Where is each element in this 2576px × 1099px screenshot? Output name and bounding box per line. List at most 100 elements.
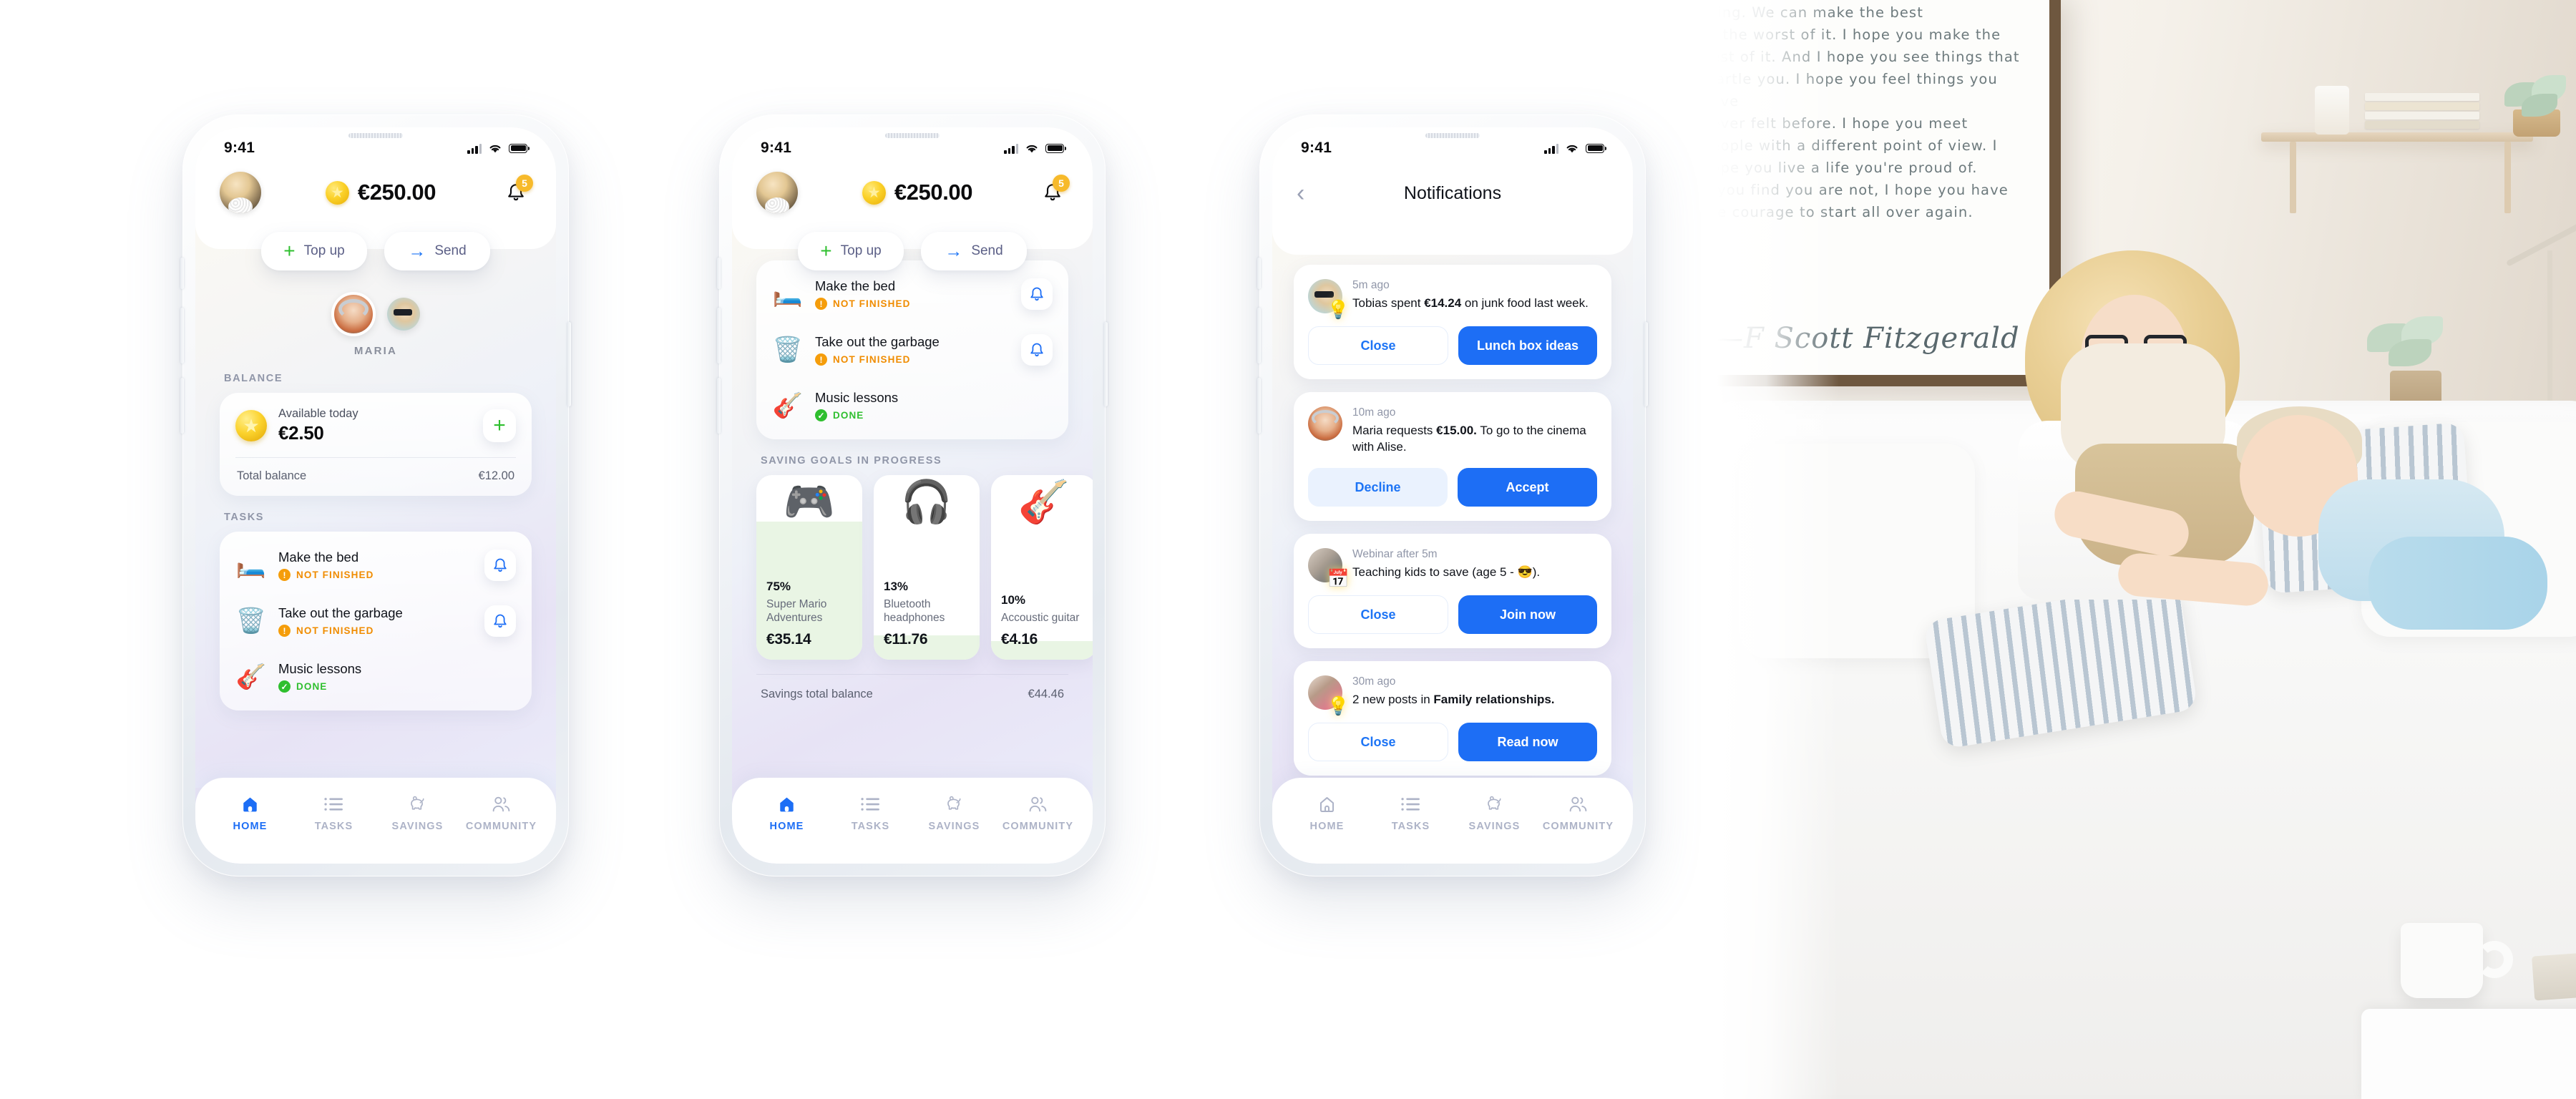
nav-item-home[interactable]: HOME [208, 793, 292, 832]
nav-item-community[interactable]: COMMUNITY [459, 793, 543, 832]
notification-card[interactable]: 10m ago Maria requests €15.00. To go to … [1294, 392, 1611, 522]
nav-item-savings[interactable]: SAVINGS [912, 793, 996, 832]
goal-name: Bluetooth headphones [884, 598, 945, 625]
send-button[interactable]: → Send [384, 232, 490, 270]
home-icon [240, 793, 260, 815]
family-avatar-tobias[interactable] [387, 298, 420, 331]
notification-card[interactable]: 💡 30m ago 2 new posts in Family relation… [1294, 661, 1611, 776]
savings-goal-card[interactable]: 🎸 10% Accoustic guitar €4.16 [991, 475, 1093, 660]
notifications-content[interactable]: 💡 5m ago Tobias spent €14.24 on junk foo… [1272, 255, 1633, 788]
decline-button[interactable]: Decline [1308, 468, 1448, 507]
task-remind-button[interactable] [484, 550, 516, 581]
total-balance-label: Total balance [237, 469, 307, 482]
nav-item-savings[interactable]: SAVINGS [376, 793, 459, 832]
available-today-label: Available today [278, 407, 358, 420]
task-row[interactable]: 🛏️ Make the bed ! NOT FINISHED [772, 266, 1053, 322]
book-stack-shelf [2365, 93, 2487, 135]
task-remind-button[interactable] [484, 605, 516, 637]
close-button[interactable]: Close [1308, 326, 1448, 365]
task-row[interactable]: 🎸 Music lessons ✓ DONE [772, 378, 1053, 434]
savings-total-label: Savings total balance [761, 688, 873, 700]
close-button[interactable]: Close [1308, 595, 1448, 635]
notifications-button[interactable]: 5 [1037, 175, 1070, 208]
list-icon [1401, 793, 1420, 815]
savings-goal-card[interactable]: 🎧 13% Bluetooth headphones €11.76 [874, 475, 980, 660]
warning-icon: ! [815, 353, 827, 366]
shelf-brace-right [2504, 142, 2511, 213]
phone-mute-switch[interactable] [180, 258, 184, 289]
primary-action-button[interactable]: Lunch box ideas [1458, 326, 1597, 365]
read-now-button[interactable]: Read now [1458, 723, 1597, 762]
send-button[interactable]: → Send [921, 232, 1027, 270]
savings-goals-list[interactable]: 🎮 75% Super Mario Adventures €35.14 🎧 13 [756, 475, 1093, 660]
phone-power-button[interactable] [1644, 322, 1648, 406]
plus-icon: + [283, 240, 296, 262]
piggy-bank-icon [944, 793, 965, 815]
notification-card[interactable]: 💡 5m ago Tobias spent €14.24 on junk foo… [1294, 265, 1611, 379]
task-status: NOT FINISHED [833, 354, 911, 365]
home-content[interactable]: MARIA BALANCE ★ Available today €2.50 + … [195, 249, 556, 788]
avatar: 💡 [1308, 279, 1350, 319]
add-money-button[interactable]: + [483, 409, 516, 442]
phone-volume-down-button[interactable] [180, 378, 184, 434]
phone-volume-down-button[interactable] [717, 378, 721, 434]
join-now-button[interactable]: Join now [1458, 595, 1597, 635]
nav-item-community[interactable]: COMMUNITY [1536, 793, 1620, 832]
user-avatar[interactable] [220, 172, 261, 213]
task-row[interactable]: 🗑️ Take out the garbage ! NOT FINISHED [772, 322, 1053, 378]
phone-mute-switch[interactable] [717, 258, 721, 289]
task-emoji-garbage: 🗑️ [235, 607, 267, 635]
nav-item-tasks[interactable]: TASKS [1369, 793, 1453, 832]
family-avatar-maria[interactable] [331, 292, 376, 336]
home-icon [1317, 793, 1337, 815]
nav-item-tasks[interactable]: TASKS [829, 793, 912, 832]
community-icon [1568, 793, 1589, 815]
task-row[interactable]: 🗑️ Take out the garbage ! NOT FINISHED [235, 593, 516, 649]
notification-message: Teaching kids to save (age 5 - 😎). [1352, 565, 1541, 580]
task-row[interactable]: 🛏️ Make the bed ! NOT FINISHED [235, 537, 516, 593]
candle [2315, 86, 2349, 135]
nav-label-community: COMMUNITY [1002, 821, 1074, 832]
nav-item-home[interactable]: HOME [1285, 793, 1369, 832]
close-button[interactable]: Close [1308, 723, 1448, 762]
idea-bulb-icon: 💡 [1327, 696, 1350, 717]
accept-button[interactable]: Accept [1458, 468, 1597, 507]
task-name: Take out the garbage [815, 334, 940, 349]
phone-mute-switch[interactable] [1257, 258, 1261, 289]
phone-volume-up-button[interactable] [717, 308, 721, 363]
phone-volume-up-button[interactable] [1257, 308, 1261, 363]
check-icon: ✓ [278, 680, 291, 693]
phone-volume-down-button[interactable] [1257, 378, 1261, 434]
notifications-button[interactable]: 5 [500, 175, 533, 208]
nav-item-savings[interactable]: SAVINGS [1453, 793, 1536, 832]
avatar: 📅 [1308, 548, 1350, 588]
notifications-screen: 9:41 ‹ Notifications 💡 5m ago Tobias spe… [1272, 127, 1633, 864]
phone-mockup-savings: 9:41 ★ €250.00 5 + Top up → Send 🛏️ Make… [717, 114, 1108, 876]
child-figure [2175, 401, 2547, 687]
savings-total-value: €44.46 [1028, 688, 1064, 700]
nav-item-community[interactable]: COMMUNITY [996, 793, 1080, 832]
user-avatar[interactable] [756, 172, 798, 213]
task-name: Music lessons [278, 661, 362, 676]
task-remind-button[interactable] [1021, 278, 1053, 310]
nav-item-tasks[interactable]: TASKS [292, 793, 376, 832]
cellular-signal-icon [1544, 143, 1558, 154]
savings-goal-card[interactable]: 🎮 75% Super Mario Adventures €35.14 [756, 475, 862, 660]
warning-icon: ! [278, 625, 291, 637]
top-up-button[interactable]: + Top up [261, 232, 367, 270]
phone-power-button[interactable] [567, 322, 571, 406]
task-row[interactable]: 🎸 Music lessons ✓ DONE [235, 649, 516, 705]
task-remind-button[interactable] [1021, 334, 1053, 366]
task-emoji-bed: 🛏️ [235, 552, 267, 579]
header-balance: ★ €250.00 [325, 180, 436, 205]
battery-icon [1045, 143, 1066, 153]
phone-power-button[interactable] [1104, 322, 1108, 406]
nav-label-tasks: TASKS [851, 821, 890, 832]
notification-card[interactable]: 📅 Webinar after 5m Teaching kids to save… [1294, 534, 1611, 649]
phone-volume-up-button[interactable] [180, 308, 184, 363]
savings-content[interactable]: TASKS 🛏️ Make the bed ! NOT FINISHED [732, 236, 1093, 788]
top-up-button[interactable]: + Top up [798, 232, 904, 270]
total-balance-value: €12.00 [478, 469, 514, 482]
available-today-value: €2.50 [278, 422, 324, 444]
nav-item-home[interactable]: HOME [745, 793, 829, 832]
